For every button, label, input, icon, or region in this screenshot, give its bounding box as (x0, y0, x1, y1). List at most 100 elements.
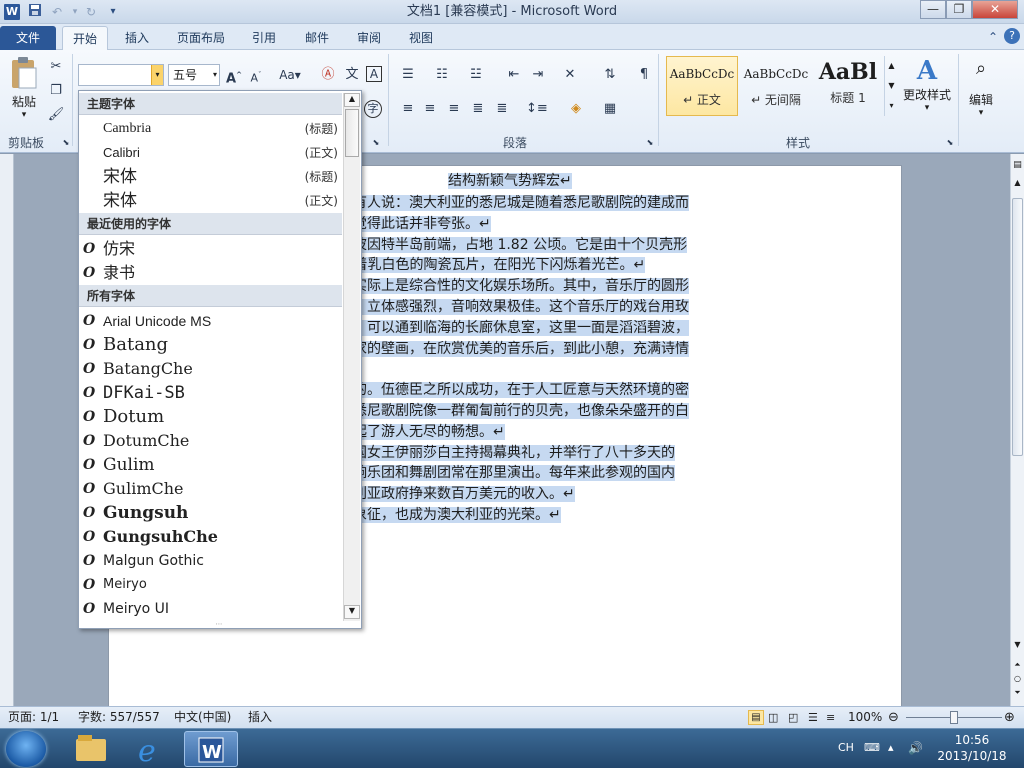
web-layout-icon[interactable]: ◰ (788, 707, 798, 728)
save-icon[interactable] (26, 3, 44, 21)
tab-mailings[interactable]: 邮件 (294, 26, 340, 50)
style-no-spacing[interactable]: AaBbCcDc ↵ 无间隔 (740, 56, 812, 116)
font-name-combo[interactable]: ▾ (78, 64, 164, 86)
editing-button[interactable]: ⌕ 编辑 ▾ (962, 58, 1000, 118)
style-normal[interactable]: AaBbCcDc ↵ 正文 (666, 56, 738, 116)
font-size-dropdown-icon[interactable]: ▾ (213, 65, 217, 85)
outline-icon[interactable]: ☰ (808, 707, 818, 728)
sort-icon[interactable]: ⇅ (600, 66, 620, 84)
char-border-icon[interactable]: A (366, 66, 382, 82)
font-list-scrollbar[interactable]: ▲ ▼ (343, 93, 360, 621)
keyboard-icon[interactable]: ⌨ (864, 741, 880, 754)
status-words[interactable]: 字数: 557/557 (78, 707, 160, 728)
styles-launcher-icon[interactable]: ⬊ (940, 134, 960, 152)
help-icon[interactable]: ? (1004, 28, 1020, 44)
internet-explorer-taskbar-icon[interactable]: e (124, 731, 178, 768)
decrease-indent-icon[interactable]: ⇤ (504, 66, 524, 84)
close-button[interactable]: ✕ (972, 0, 1018, 19)
full-screen-reading-icon[interactable]: ◫ (768, 707, 778, 728)
print-layout-icon[interactable]: ▤ (748, 710, 764, 725)
clipboard-launcher-icon[interactable]: ⬊ (56, 134, 76, 152)
grow-font-icon[interactable]: A^ (224, 66, 244, 86)
all-font-item[interactable]: O GungsuhChe (79, 525, 342, 549)
bullets-icon[interactable]: ☰ (398, 66, 418, 84)
show-marks-icon[interactable]: ¶ (634, 66, 654, 84)
vertical-scrollbar[interactable]: ▤ ▲ ▼ ⏶ ○ ⏷ (1010, 154, 1024, 706)
font-launcher-icon[interactable]: ⬊ (366, 134, 386, 152)
all-font-item[interactable]: O Meiryo (79, 573, 342, 597)
scroll-thumb[interactable] (1012, 198, 1023, 456)
tab-references[interactable]: 引用 (242, 26, 286, 50)
clock[interactable]: 10:56 2013/10/18 (930, 732, 1014, 764)
change-case-icon[interactable]: Aa▾ (278, 66, 302, 84)
minimize-button[interactable]: — (920, 0, 946, 19)
font-name-dropdown-icon[interactable]: ▾ (151, 65, 163, 85)
all-font-item[interactable]: O Gungsuh (79, 501, 342, 525)
recent-font-item[interactable]: O 隶书 (79, 261, 342, 285)
align-right-icon[interactable]: ≡ (444, 100, 464, 118)
all-font-item[interactable]: O GulimChe (79, 477, 342, 501)
line-spacing-icon[interactable]: ↕≡ (526, 100, 548, 118)
theme-font-item[interactable]: Calibri (正文) (79, 141, 342, 165)
numbering-icon[interactable]: ☷ (432, 66, 452, 84)
status-language[interactable]: 中文(中国) (174, 707, 231, 728)
all-font-item[interactable]: O Malgun Gothic (79, 549, 342, 573)
copy-icon[interactable]: ❐ (46, 82, 66, 100)
volume-icon[interactable]: 🔊 (908, 741, 923, 755)
start-button[interactable] (6, 731, 46, 767)
all-font-item[interactable]: O Dotum (79, 405, 342, 429)
align-center-icon[interactable]: ≡ (420, 100, 440, 118)
font-list-scroll-up[interactable]: ▲ (344, 93, 360, 107)
paste-button[interactable]: 粘贴 ▾ (6, 56, 42, 124)
theme-font-item[interactable]: Cambria (标题) (79, 117, 342, 141)
tab-view[interactable]: 视图 (398, 26, 444, 50)
tab-home[interactable]: 开始 (62, 26, 108, 50)
justify-icon[interactable]: ≣ (468, 100, 488, 118)
all-font-item[interactable]: O Arial Unicode MS (79, 309, 342, 333)
cut-icon[interactable]: ✂ (46, 58, 66, 76)
paragraph-launcher-icon[interactable]: ⬊ (640, 134, 660, 152)
shading-icon[interactable]: ◈ (566, 100, 586, 118)
tab-insert[interactable]: 插入 (114, 26, 160, 50)
status-page[interactable]: 页面: 1/1 (8, 707, 59, 728)
borders-icon[interactable]: ▦ (600, 100, 620, 118)
chinese-layout-icon[interactable]: ✕ (560, 66, 580, 84)
change-styles-button[interactable]: A 更改样式 ▾ (900, 56, 954, 113)
zoom-slider-thumb[interactable] (950, 711, 958, 724)
distributed-icon[interactable]: ≣ (492, 100, 512, 118)
phonetic-guide-icon[interactable]: 文 (342, 66, 362, 84)
collapse-ribbon-icon[interactable]: ⌃ (984, 28, 1002, 46)
browse-object-icon[interactable]: ○ (1011, 674, 1024, 686)
zoom-out-icon[interactable]: ⊖ (888, 707, 899, 728)
redo-icon[interactable]: ↻ (82, 3, 100, 21)
all-font-item[interactable]: O DotumChe (79, 429, 342, 453)
recent-font-item[interactable]: O 仿宋 (79, 237, 342, 261)
undo-icon[interactable]: ↶ (48, 3, 66, 21)
explorer-taskbar-icon[interactable] (64, 731, 118, 767)
resize-grip[interactable]: ⋯ (209, 620, 229, 628)
word-app-icon[interactable]: W (4, 4, 20, 20)
scroll-up-icon[interactable]: ▲ (1011, 178, 1024, 190)
customize-qat-icon[interactable]: ▾ (104, 3, 122, 21)
zoom-level[interactable]: 100% (848, 707, 882, 728)
format-painter-icon[interactable]: 🖌 (46, 106, 66, 124)
scroll-down-icon[interactable]: ▼ (1011, 640, 1024, 652)
zoom-in-icon[interactable]: ⊕ (1004, 707, 1015, 728)
styles-scroll[interactable]: ▲ ▼ ▾ (884, 56, 898, 116)
theme-font-item[interactable]: 宋体 (正文) (79, 189, 342, 213)
font-list-thumb[interactable] (345, 109, 359, 157)
increase-indent-icon[interactable]: ⇥ (528, 66, 548, 84)
shrink-font-icon[interactable]: Aˇ (246, 66, 266, 85)
draft-icon[interactable]: ≡ (826, 707, 835, 728)
style-heading-1[interactable]: AaBl 标题 1 (812, 56, 884, 116)
doc-title[interactable]: 结构新颖气势辉宏↵ (448, 172, 572, 190)
next-page-icon[interactable]: ⏷ (1011, 688, 1024, 700)
ruler-toggle-icon[interactable]: ▤ (1012, 160, 1023, 174)
tab-page-layout[interactable]: 页面布局 (168, 26, 234, 50)
all-font-item[interactable]: O Batang (79, 333, 342, 357)
tab-file[interactable]: 文件 (0, 26, 56, 50)
theme-font-item[interactable]: 宋体 (标题) (79, 165, 342, 189)
all-font-item[interactable]: O Meiryo UI (79, 597, 342, 621)
font-list-scroll-down[interactable]: ▼ (344, 605, 360, 619)
status-mode[interactable]: 插入 (248, 707, 272, 728)
